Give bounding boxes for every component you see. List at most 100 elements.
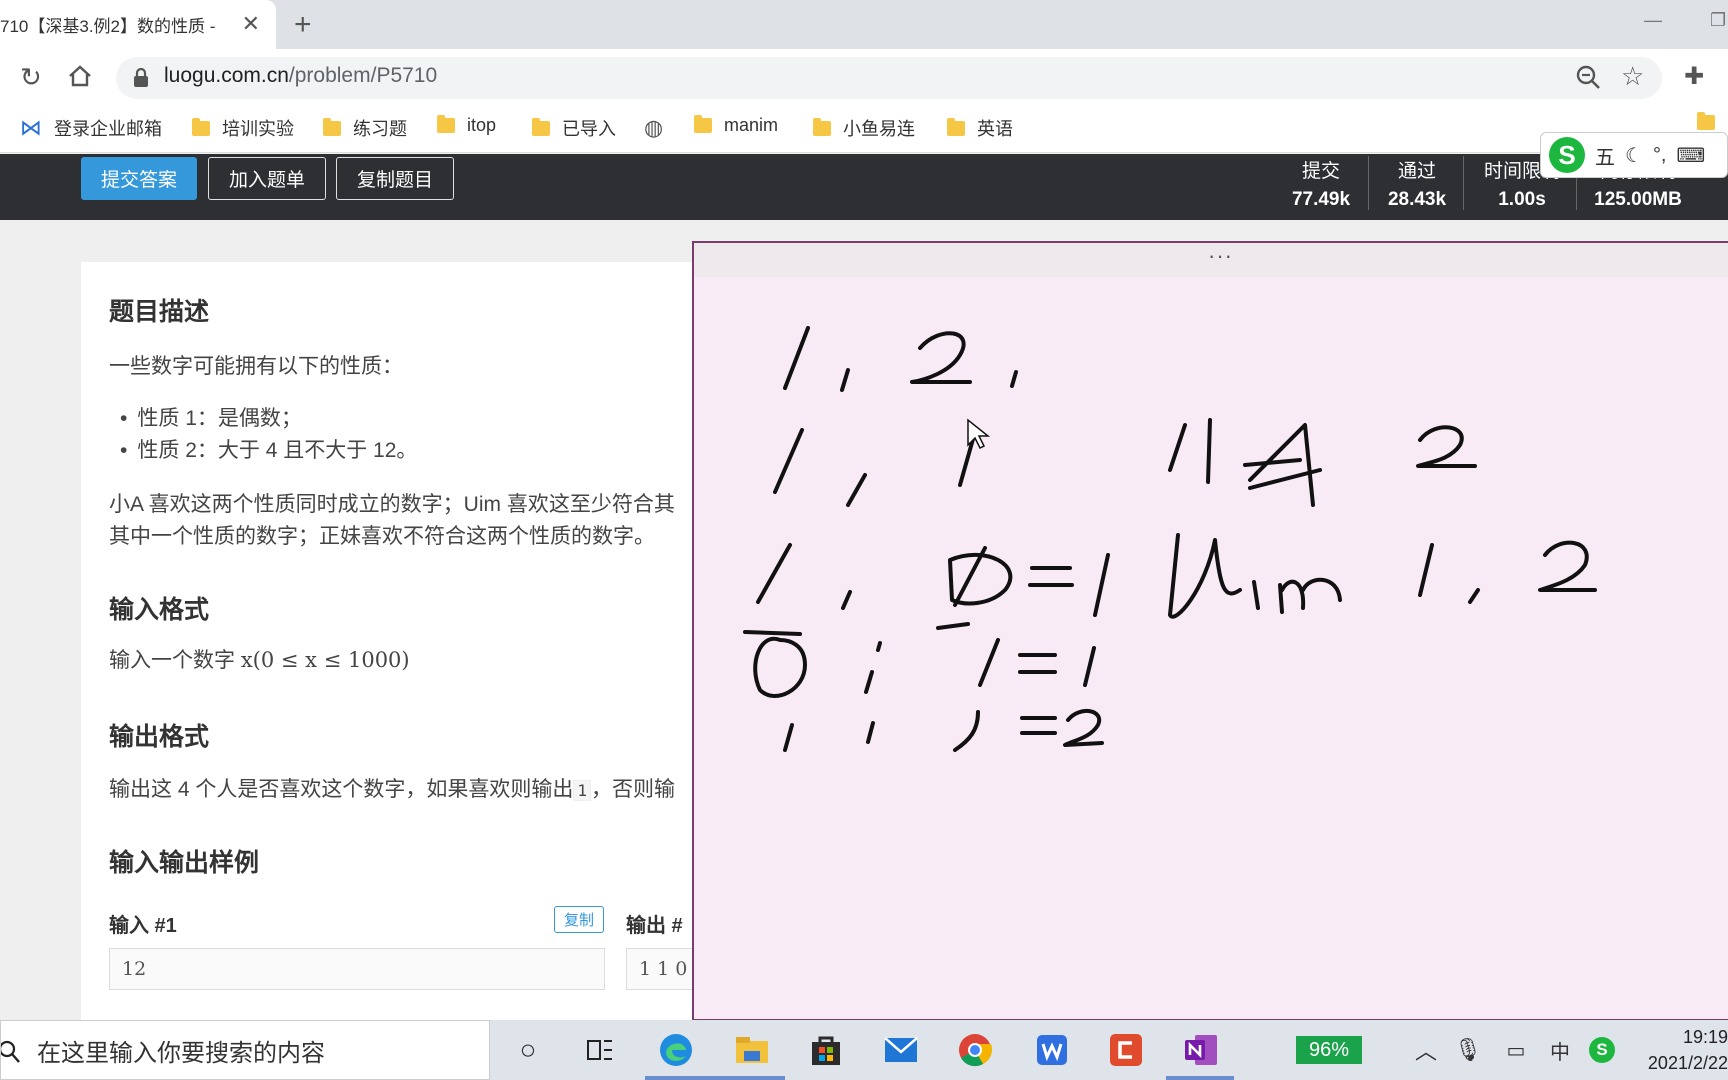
- folder-icon: [813, 117, 831, 136]
- ink-stroke: [753, 636, 807, 698]
- moon-icon[interactable]: ☾: [1625, 143, 1643, 168]
- close-icon[interactable]: ✕: [242, 11, 260, 37]
- browser-tab[interactable]: 710【深基3.例2】数的性质 - ✕: [0, 0, 276, 49]
- ink-stroke: [846, 473, 867, 507]
- input-constraint: x(0 ≤ x ≤ 1000): [240, 648, 410, 672]
- bookmark-folder[interactable]: 培训实验: [192, 115, 294, 141]
- onenote-icon[interactable]: [1181, 1030, 1221, 1070]
- lock-icon[interactable]: [133, 67, 149, 93]
- wps-writer-icon[interactable]: [1032, 1030, 1072, 1070]
- system-clock[interactable]: 19:19 2021/2/22: [1628, 1024, 1728, 1076]
- sample-input-box[interactable]: 12: [109, 948, 605, 990]
- bookmark-mail[interactable]: ⋈ 登录企业邮箱: [20, 115, 162, 141]
- property-text: 性质 1：是偶数；: [137, 407, 302, 430]
- chrome-icon[interactable]: [955, 1030, 995, 1070]
- ink-stroke: [910, 331, 972, 384]
- edge-icon[interactable]: [656, 1030, 696, 1070]
- bookmark-folder[interactable]: manim: [694, 115, 778, 136]
- search-icon: [1, 1040, 20, 1063]
- folder-icon: [192, 117, 210, 136]
- ink-stroke: [1010, 370, 1018, 388]
- store-icon[interactable]: [806, 1030, 846, 1070]
- stat-value: 1.00s: [1498, 189, 1546, 210]
- bookmark-folder[interactable]: [1697, 112, 1727, 130]
- ime-mode[interactable]: 五: [1595, 141, 1615, 170]
- minimize-icon[interactable]: —: [1644, 10, 1662, 31]
- taskbar-search[interactable]: 在这里输入你要搜索的内容: [0, 1020, 490, 1080]
- ink-stroke: [1168, 423, 1187, 472]
- ink-stroke: [1468, 588, 1480, 604]
- mail-icon: ⋈: [20, 115, 42, 140]
- globe-icon[interactable]: ◍: [644, 115, 663, 141]
- samples-heading: 输入输出样例: [109, 849, 260, 877]
- ink-stroke: [1020, 716, 1057, 735]
- bookmark-folder[interactable]: itop: [437, 115, 496, 136]
- microphone-icon[interactable]: 🎙: [1448, 1030, 1488, 1070]
- battery-icon[interactable]: ▭: [1496, 1030, 1536, 1070]
- stat-label: 提交: [1301, 161, 1340, 182]
- folder-icon: [1697, 112, 1715, 130]
- active-app-indicator: [645, 1076, 785, 1080]
- input-language-icon[interactable]: 中: [1540, 1030, 1580, 1070]
- output-format-text: 输出这 4 个人是否喜欢这个数字，如果喜欢则输出 1 ，否则输: [109, 773, 675, 803]
- description-line: 小A 喜欢这两个性质同时成立的数字；Uim 喜欢这至少符合其: [109, 493, 675, 516]
- ink-stroke: [1018, 653, 1057, 674]
- zoom-icon[interactable]: [1575, 64, 1601, 95]
- sogou-tray-icon[interactable]: S: [1582, 1030, 1622, 1070]
- description-heading: 题目描述: [109, 298, 210, 326]
- stat-value: 125.00MB: [1594, 189, 1682, 210]
- more-options-icon[interactable]: ···: [1208, 243, 1233, 269]
- file-explorer-icon[interactable]: [732, 1030, 772, 1070]
- divider: [1463, 156, 1464, 210]
- search-placeholder: 在这里输入你要搜索的内容: [37, 1039, 325, 1067]
- input-format-heading: 输入格式: [109, 596, 210, 624]
- url-text[interactable]: luogu.com.cn/problem/P5710: [164, 64, 437, 88]
- ink-stroke: [1538, 540, 1597, 592]
- bullet-icon: •: [120, 407, 128, 430]
- folder-icon: [437, 115, 455, 133]
- ink-stroke: [1063, 709, 1104, 747]
- input-format-text: 输入一个数字 x(0 ≤ x ≤ 1000): [109, 644, 410, 674]
- sample-output-label: 输出 #: [626, 915, 683, 937]
- folder-icon: [532, 117, 550, 136]
- mail-app-icon[interactable]: [881, 1030, 921, 1070]
- ink-stroke: [1243, 458, 1302, 467]
- battery-indicator[interactable]: 96%: [1296, 1036, 1362, 1064]
- ink-stroke: [840, 368, 850, 392]
- tab-title: 710【深基3.例2】数的性质 -: [0, 17, 216, 36]
- keyboard-icon[interactable]: ⌨: [1677, 143, 1706, 168]
- show-hidden-icons-icon[interactable]: ︿: [1406, 1030, 1446, 1070]
- ink-stroke: [936, 622, 970, 630]
- ink-stroke: [783, 723, 794, 752]
- ime-toolbar[interactable]: S 五 ☾ °, ⌨: [1540, 132, 1728, 178]
- reload-icon[interactable]: ↻: [20, 62, 42, 93]
- sogou-logo-icon: S: [1549, 137, 1585, 173]
- extensions-icon[interactable]: ✚: [1684, 62, 1704, 91]
- bookmark-folder[interactable]: 英语: [947, 115, 1013, 141]
- camtasia-icon[interactable]: [1106, 1030, 1146, 1070]
- ink-drawing[interactable]: [692, 277, 1728, 1021]
- output-format-heading: 输出格式: [109, 723, 210, 751]
- punctuation-icon[interactable]: °,: [1653, 144, 1667, 167]
- ink-stroke: [978, 638, 1000, 687]
- bookmark-label: 登录企业邮箱: [54, 119, 162, 139]
- stat-value: 28.43k: [1387, 189, 1447, 210]
- task-view-icon[interactable]: [580, 1030, 620, 1070]
- submit-answer-button[interactable]: 提交答案: [81, 157, 197, 200]
- folder-icon: [947, 117, 965, 136]
- bookmark-folder[interactable]: 小鱼易连: [813, 115, 915, 141]
- restore-icon[interactable]: ❐: [1710, 10, 1726, 31]
- bookmark-folder[interactable]: 已导入: [532, 115, 616, 141]
- new-tab-icon[interactable]: +: [294, 8, 312, 42]
- bookmark-label: 已导入: [562, 119, 616, 139]
- star-icon[interactable]: ☆: [1621, 61, 1644, 92]
- add-to-list-button[interactable]: 加入题单: [208, 157, 326, 200]
- bookmark-folder[interactable]: 练习题: [323, 115, 407, 141]
- copy-sample-button[interactable]: 复制: [554, 906, 604, 933]
- copy-problem-button[interactable]: 复制题目: [336, 157, 454, 200]
- input-text: 输入一个数字: [109, 649, 235, 672]
- ink-stroke: [1093, 553, 1110, 617]
- cortana-icon[interactable]: ○: [508, 1030, 548, 1070]
- home-icon[interactable]: [66, 62, 94, 95]
- bookmark-label: 英语: [977, 119, 1013, 139]
